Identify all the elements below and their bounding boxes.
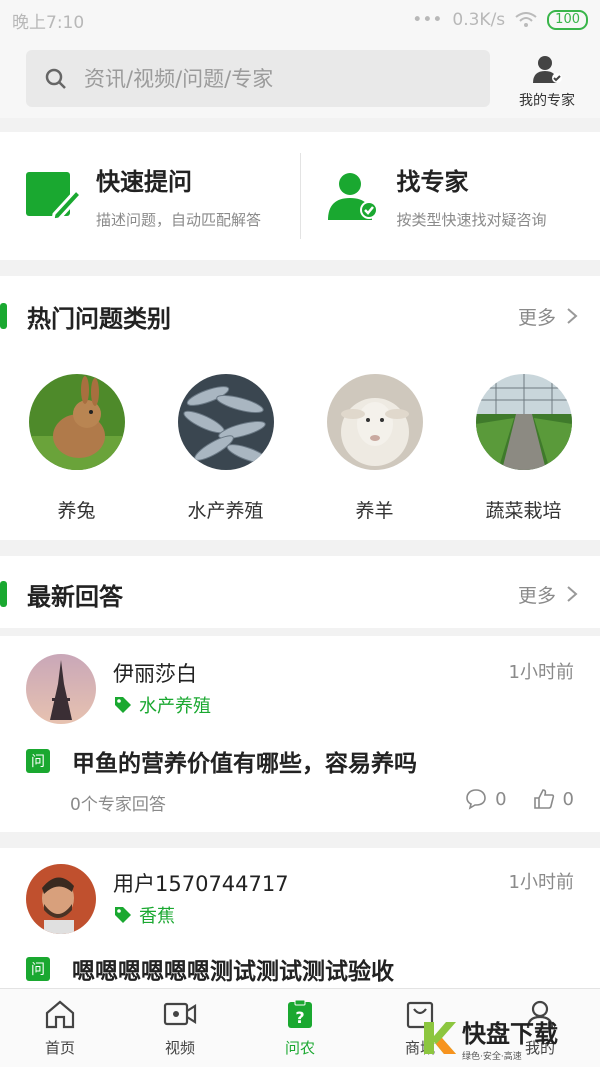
question-text[interactable]: 甲鱼的营养价值有哪些，容易养吗 bbox=[72, 744, 417, 778]
wifi-icon bbox=[515, 12, 537, 27]
category-tag[interactable]: 水产养殖 bbox=[113, 692, 211, 718]
more-dots-icon: ••• bbox=[412, 10, 443, 30]
quick-ask-subtitle: 描述问题，自动匹配解答 bbox=[96, 211, 262, 229]
nav-label: 问农 bbox=[284, 1039, 315, 1057]
hot-categories-title: 热门问题类别 bbox=[27, 304, 171, 333]
battery-indicator: 100 bbox=[547, 10, 588, 30]
post-time: 1小时前 bbox=[508, 662, 574, 683]
watermark-subtitle: 绿色·安全·高速 bbox=[462, 1052, 522, 1062]
find-expert-subtitle: 按类型快速找对疑咨询 bbox=[396, 211, 547, 229]
sheep-image bbox=[326, 374, 423, 470]
comment-count: 0 bbox=[495, 788, 507, 810]
category-list: 养兔 水产养殖 养羊 蔬菜栽培 bbox=[0, 374, 600, 523]
category-label: 养兔 bbox=[57, 500, 96, 522]
thumbs-up-icon[interactable] bbox=[533, 788, 555, 810]
my-expert-label: 我的专家 bbox=[519, 93, 575, 109]
nav-home[interactable]: 首页 bbox=[0, 989, 120, 1067]
category-label: 养羊 bbox=[355, 500, 394, 522]
nav-label: 首页 bbox=[44, 1039, 75, 1057]
nav-video[interactable]: 视频 bbox=[120, 989, 240, 1067]
answer-card[interactable]: 用户1570744717 香蕉 1小时前 问 嗯嗯嗯嗯嗯嗯测试测试测试验收 bbox=[0, 848, 600, 988]
question-clipboard-icon: ? bbox=[288, 999, 312, 1028]
video-icon bbox=[163, 1002, 197, 1026]
question-row[interactable]: 问 甲鱼的营养价值有哪些，容易养吗 bbox=[26, 744, 417, 778]
category-aquaculture[interactable]: 水产养殖 bbox=[151, 374, 300, 523]
question-badge: 问 bbox=[26, 749, 50, 773]
svg-text:?: ? bbox=[295, 1008, 304, 1027]
network-speed: 0.3K/s bbox=[452, 10, 506, 30]
latest-more-link[interactable]: 更多 bbox=[518, 581, 556, 608]
tag-label: 水产养殖 bbox=[139, 696, 211, 717]
quick-ask-button[interactable]: 快速提问 描述问题，自动匹配解答 bbox=[0, 162, 300, 230]
expert-person-icon bbox=[533, 56, 562, 83]
watermark-k-logo bbox=[424, 1022, 456, 1054]
username: 用户1570744717 bbox=[113, 872, 289, 896]
hot-categories-section: 热门问题类别 更多 养兔 水产养殖 养羊 蔬菜栽培 bbox=[0, 276, 600, 540]
category-label: 蔬菜栽培 bbox=[485, 500, 562, 522]
search-bar: 我的专家 bbox=[0, 40, 600, 118]
category-sheep[interactable]: 养羊 bbox=[300, 374, 449, 523]
quick-actions: 快速提问 描述问题，自动匹配解答 找专家 按类型快速找对疑咨询 bbox=[0, 132, 600, 260]
category-vegetables[interactable]: 蔬菜栽培 bbox=[449, 374, 598, 523]
nav-label: 视频 bbox=[164, 1039, 195, 1057]
quick-ask-title: 快速提问 bbox=[96, 168, 192, 196]
category-label: 水产养殖 bbox=[187, 500, 264, 522]
avatar[interactable] bbox=[26, 654, 96, 724]
answer-count: 0个专家回答 bbox=[70, 795, 166, 815]
rabbit-image bbox=[28, 374, 125, 470]
chevron-right-icon[interactable] bbox=[566, 585, 578, 603]
like-count: 0 bbox=[562, 788, 574, 810]
question-badge: 问 bbox=[26, 957, 50, 981]
question-row[interactable]: 问 嗯嗯嗯嗯嗯嗯测试测试测试验收 bbox=[26, 952, 394, 986]
tag-label: 香蕉 bbox=[139, 906, 175, 927]
my-expert-button[interactable]: 我的专家 bbox=[512, 52, 582, 110]
chevron-right-icon[interactable] bbox=[566, 307, 578, 325]
comment-icon[interactable] bbox=[465, 788, 487, 810]
home-icon bbox=[45, 1000, 75, 1029]
post-time: 1小时前 bbox=[508, 872, 574, 893]
status-bar: 晚上7:10 ••• 0.3K/s 100 bbox=[0, 0, 600, 40]
watermark-title: 快盘下载 bbox=[462, 1020, 558, 1048]
expert-icon bbox=[327, 173, 378, 220]
question-text[interactable]: 嗯嗯嗯嗯嗯嗯测试测试测试验收 bbox=[72, 952, 394, 986]
section-marker bbox=[0, 303, 7, 329]
greenhouse-image bbox=[475, 374, 572, 470]
category-tag[interactable]: 香蕉 bbox=[113, 902, 175, 928]
latest-answers-title: 最新回答 bbox=[27, 582, 123, 611]
search-input[interactable] bbox=[84, 66, 444, 91]
category-rabbit[interactable]: 养兔 bbox=[2, 374, 151, 523]
tag-icon bbox=[115, 907, 131, 923]
hot-categories-header: 热门问题类别 更多 bbox=[0, 286, 600, 346]
avatar[interactable] bbox=[26, 864, 96, 934]
latest-answers-header: 最新回答 更多 bbox=[0, 556, 600, 628]
search-box[interactable] bbox=[26, 50, 490, 107]
nav-ask-farm[interactable]: ? 问农 bbox=[240, 989, 360, 1067]
search-icon bbox=[45, 68, 66, 89]
tag-icon bbox=[115, 697, 131, 713]
edit-note-icon bbox=[26, 172, 80, 222]
username: 伊丽莎白 bbox=[113, 662, 197, 686]
fish-image bbox=[177, 374, 274, 470]
watermark-logo: 快盘下载 绿色·安全·高速 bbox=[422, 1014, 592, 1062]
answer-stats: 0 0 bbox=[465, 788, 574, 810]
hot-more-link[interactable]: 更多 bbox=[518, 303, 556, 330]
status-time: 晚上7:10 bbox=[12, 12, 85, 33]
answer-card[interactable]: 伊丽莎白 水产养殖 1小时前 问 甲鱼的营养价值有哪些，容易养吗 0个专家回答 … bbox=[0, 636, 600, 832]
section-marker bbox=[0, 581, 7, 607]
find-expert-title: 找专家 bbox=[396, 168, 469, 196]
find-expert-button[interactable]: 找专家 按类型快速找对疑咨询 bbox=[301, 162, 600, 230]
